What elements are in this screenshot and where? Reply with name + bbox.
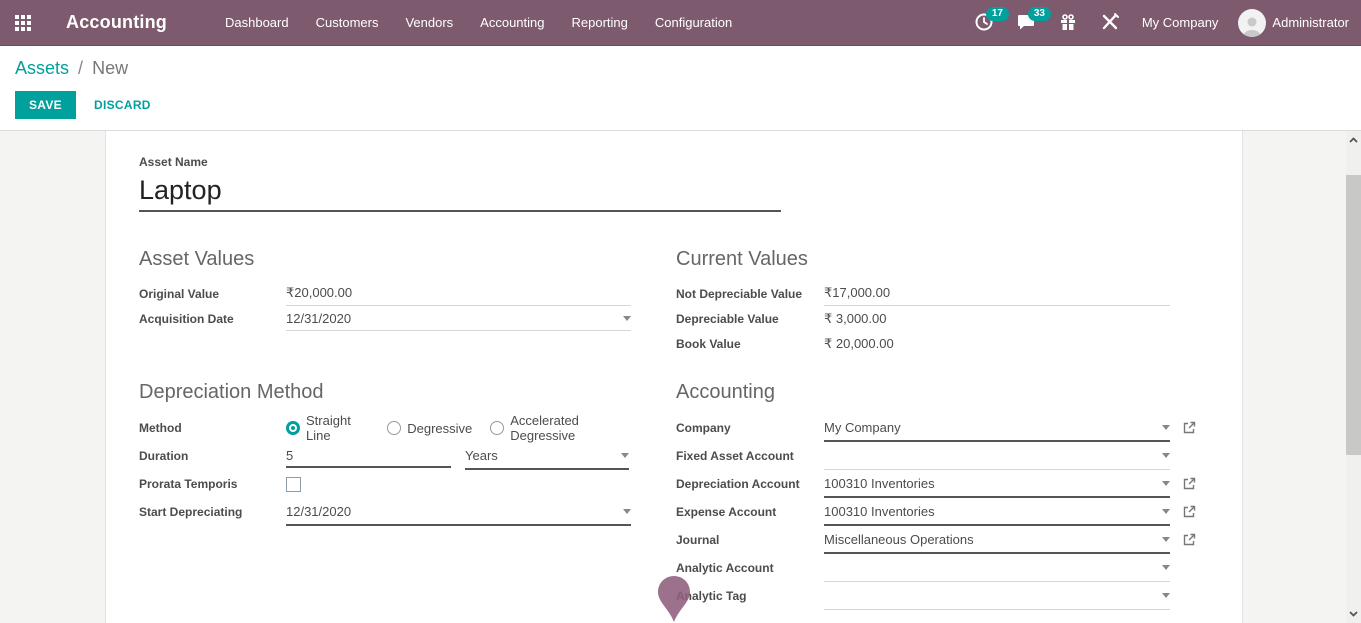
chevron-down-icon[interactable] [1162, 453, 1170, 458]
chevron-down-icon[interactable] [623, 509, 631, 514]
menu-customers[interactable]: Customers [316, 15, 379, 30]
radio-selected-icon [286, 421, 300, 435]
depreciable-value-readonly: ₹ 3,000.00 [824, 306, 1170, 331]
acquisition-date-label: Acquisition Date [139, 312, 286, 326]
analytic-tag-field[interactable] [824, 582, 1170, 610]
method-label: Method [139, 421, 286, 435]
main-menu: Dashboard Customers Vendors Accounting R… [225, 15, 732, 30]
messages-icon[interactable]: 33 [1016, 12, 1038, 34]
start-depreciating-label: Start Depreciating [139, 505, 286, 519]
prorata-checkbox[interactable] [286, 477, 301, 492]
apps-menu-icon[interactable] [0, 0, 46, 46]
activities-icon[interactable]: 17 [974, 12, 996, 34]
duration-unit-select[interactable]: Years [465, 442, 629, 470]
chevron-down-icon[interactable] [621, 453, 629, 458]
radio-straight-line[interactable]: Straight Line [286, 413, 369, 443]
expense-account-label: Expense Account [676, 505, 824, 519]
external-link-icon[interactable] [1182, 477, 1196, 491]
acquisition-date-field[interactable]: 12/31/2020 [286, 306, 631, 331]
depreciation-account-field[interactable]: 100310 Inventories [824, 470, 1170, 498]
expense-account-field[interactable]: 100310 Inventories [824, 498, 1170, 526]
vertical-scrollbar[interactable] [1346, 131, 1361, 623]
depreciable-value-label: Depreciable Value [676, 312, 824, 326]
original-value-field[interactable]: ₹20,000.00 [286, 281, 631, 306]
top-navbar: Accounting Dashboard Customers Vendors A… [0, 0, 1361, 46]
company-switcher[interactable]: My Company [1142, 15, 1219, 30]
duration-input[interactable] [286, 444, 451, 468]
app-title: Accounting [66, 12, 167, 33]
user-menu[interactable]: Administrator [1238, 9, 1349, 37]
discard-button[interactable]: DISCARD [94, 98, 151, 112]
scrollbar-thumb[interactable] [1346, 175, 1361, 455]
book-value-readonly: ₹ 20,000.00 [824, 331, 1170, 356]
chevron-down-icon[interactable] [1162, 593, 1170, 598]
main-area: Asset Name Asset Values Original Value ₹… [0, 131, 1361, 623]
accounting-title: Accounting [676, 381, 1196, 404]
radio-unselected-icon [490, 421, 504, 435]
analytic-tag-label: Analytic Tag [676, 589, 824, 603]
tools-icon[interactable] [1100, 12, 1122, 34]
menu-dashboard[interactable]: Dashboard [225, 15, 289, 30]
chevron-down-icon[interactable] [1162, 565, 1170, 570]
asset-values-title: Asset Values [139, 248, 631, 271]
fixed-asset-account-field[interactable] [824, 442, 1170, 470]
chevron-down-icon[interactable] [623, 316, 631, 321]
breadcrumb: Assets / New [15, 58, 1361, 79]
external-link-icon[interactable] [1182, 421, 1196, 435]
not-depreciable-label: Not Depreciable Value [676, 287, 824, 301]
external-link-icon[interactable] [1182, 533, 1196, 547]
menu-reporting[interactable]: Reporting [572, 15, 628, 30]
save-button[interactable]: SAVE [15, 91, 76, 119]
method-radio-group: Straight Line Degressive Accelerated Deg… [286, 413, 631, 443]
analytic-account-label: Analytic Account [676, 561, 824, 575]
breadcrumb-assets-link[interactable]: Assets [15, 58, 69, 78]
not-depreciable-field[interactable]: ₹17,000.00 [824, 281, 1170, 306]
avatar [1238, 9, 1266, 37]
current-values-title: Current Values [676, 248, 1196, 271]
company-field[interactable]: My Company [824, 414, 1170, 442]
breadcrumb-separator: / [74, 58, 87, 78]
journal-field[interactable]: Miscellaneous Operations [824, 526, 1170, 554]
chevron-down-icon[interactable] [1162, 537, 1170, 542]
fixed-asset-account-label: Fixed Asset Account [676, 449, 824, 463]
chevron-down-icon[interactable] [1162, 425, 1170, 430]
grid-icon [15, 15, 31, 31]
depreciation-account-label: Depreciation Account [676, 477, 824, 491]
menu-vendors[interactable]: Vendors [405, 15, 453, 30]
chevron-down-icon[interactable] [1162, 509, 1170, 514]
user-name: Administrator [1272, 15, 1349, 30]
gift-icon[interactable] [1058, 12, 1080, 34]
menu-accounting[interactable]: Accounting [480, 15, 544, 30]
company-label: Company [676, 421, 824, 435]
control-panel: Assets / New SAVE DISCARD [0, 46, 1361, 131]
form-sheet: Asset Name Asset Values Original Value ₹… [105, 131, 1243, 623]
radio-degressive[interactable]: Degressive [387, 421, 472, 436]
analytic-account-field[interactable] [824, 554, 1170, 582]
message-count-badge: 33 [1028, 7, 1051, 21]
book-value-label: Book Value [676, 337, 824, 351]
start-depreciating-field[interactable]: 12/31/2020 [286, 498, 631, 526]
menu-configuration[interactable]: Configuration [655, 15, 732, 30]
original-value-label: Original Value [139, 287, 286, 301]
duration-label: Duration [139, 449, 286, 463]
scroll-up-arrow[interactable] [1346, 133, 1361, 147]
prorata-label: Prorata Temporis [139, 477, 286, 491]
journal-label: Journal [676, 533, 824, 547]
chevron-down-icon[interactable] [1162, 481, 1170, 486]
external-link-icon[interactable] [1182, 505, 1196, 519]
depreciation-method-title: Depreciation Method [139, 381, 631, 404]
radio-accelerated-degressive[interactable]: Accelerated Degressive [490, 413, 631, 443]
asset-name-input[interactable] [139, 175, 781, 212]
scroll-down-arrow[interactable] [1346, 607, 1361, 621]
radio-unselected-icon [387, 421, 401, 435]
asset-name-label: Asset Name [139, 155, 1242, 169]
breadcrumb-current: New [92, 58, 128, 78]
activity-count-badge: 17 [986, 7, 1009, 21]
